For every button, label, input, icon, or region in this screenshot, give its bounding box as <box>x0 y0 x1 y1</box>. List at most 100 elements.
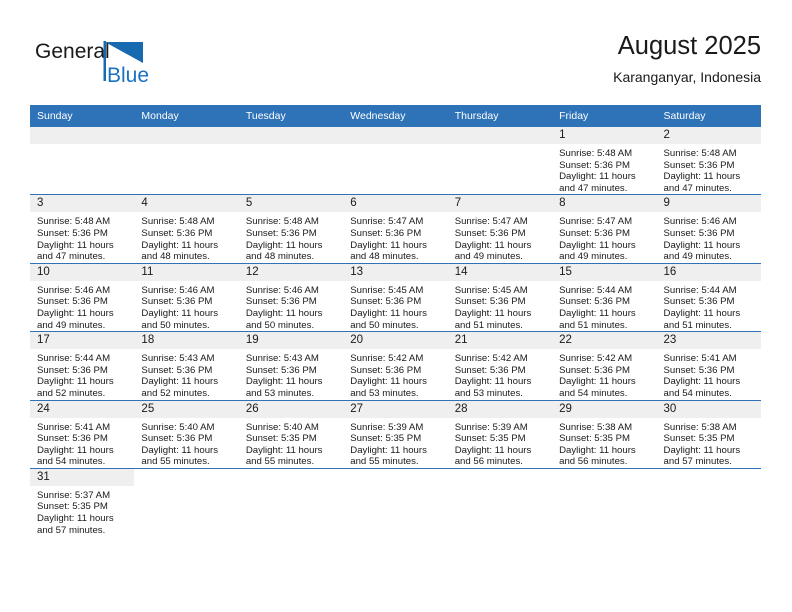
day-cell[interactable]: 7 Sunrise: 5:47 AM Sunset: 5:36 PM Daylight… <box>447 195 553 262</box>
day-cell[interactable]: 28 Sunrise: 5:39 AM Sunset: 5:35 PM Dayligh… <box>447 400 553 468</box>
day-cell[interactable]: 10 Sunrise: 5:46 AM Sunset: 5:36 PM Dayligh… <box>30 263 135 331</box>
day-cell[interactable]: 5 Sunrise: 5:48 AM Sunset: 5:36 PM Daylight… <box>238 195 344 262</box>
calendar-cell-day: 17 Sunrise: 5:44 AM Sunset: 5:36 PM Dayligh… <box>30 331 135 400</box>
daylight-duration-line2: and 56 minutes. <box>559 456 628 468</box>
empty-daynum-band <box>552 469 656 486</box>
day-number: 17 <box>30 332 135 350</box>
calendar-cell-day: 23 Sunrise: 5:41 AM Sunset: 5:36 PM Dayligh… <box>656 331 761 400</box>
logo-text-general: General <box>35 40 110 63</box>
sunset-time: Sunset: 5:36 PM <box>559 227 631 239</box>
calendar-cell-day: 26 Sunrise: 5:40 AM Sunset: 5:35 PM Dayligh… <box>238 399 344 469</box>
day-number: 9 <box>656 195 761 213</box>
day-cell[interactable]: 3 Sunrise: 5:48 AM Sunset: 5:36 PM Daylight… <box>30 195 135 263</box>
daylight-duration-line1: Daylight: 11 hours <box>245 444 323 456</box>
calendar-cell-day: 3 Sunrise: 5:48 AM Sunset: 5:36 PM Daylight… <box>30 194 135 264</box>
day-cell[interactable]: 27 Sunrise: 5:39 AM Sunset: 5:35 PM Dayligh… <box>343 400 448 468</box>
day-sun-info: Sunrise: 5:46 AM Sunset: 5:36 PM Daylight:… <box>134 281 238 331</box>
day-cell[interactable]: 30 Sunrise: 5:38 AM Sunset: 5:35 PM Dayligh… <box>656 400 761 468</box>
sunset-time: Sunset: 5:35 PM <box>454 433 526 445</box>
empty-day-cell <box>134 469 238 536</box>
sunrise-time: Sunrise: 5:38 AM <box>663 421 737 433</box>
calendar-cell-day: 13 Sunrise: 5:45 AM Sunset: 5:36 PM Dayligh… <box>343 262 448 332</box>
daylight-duration-line1: Daylight: 11 hours <box>350 307 427 319</box>
day-number: 29 <box>552 400 657 418</box>
empty-day-cell <box>343 469 447 536</box>
sunrise-time: Sunrise: 5:48 AM <box>559 148 633 159</box>
sunrise-time: Sunrise: 5:47 AM <box>454 216 528 228</box>
daylight-duration-line1: Daylight: 11 hours <box>559 444 636 456</box>
calendar-cell-empty <box>447 467 553 537</box>
day-cell[interactable]: 6 Sunrise: 5:47 AM Sunset: 5:36 PM Daylight… <box>343 195 448 262</box>
page-subtitle: Karanganyar, Indonesia <box>613 69 761 85</box>
daylight-duration-line1: Daylight: 11 hours <box>141 376 219 388</box>
calendar-cell-empty <box>656 467 761 537</box>
day-number: 11 <box>134 263 239 281</box>
daylight-duration-line1: Daylight: 11 hours <box>663 171 741 183</box>
day-cell[interactable]: 19 Sunrise: 5:43 AM Sunset: 5:36 PM Dayligh… <box>238 332 344 399</box>
calendar-cell-day: 19 Sunrise: 5:43 AM Sunset: 5:36 PM Dayligh… <box>238 331 344 400</box>
day-sun-info: Sunrise: 5:41 AM Sunset: 5:36 PM Daylight:… <box>657 349 761 399</box>
day-cell[interactable]: 4 Sunrise: 5:48 AM Sunset: 5:36 PM Daylight… <box>134 195 239 262</box>
day-cell[interactable]: 17 Sunrise: 5:44 AM Sunset: 5:36 PM Dayligh… <box>30 332 135 399</box>
empty-daynum-band <box>448 469 552 486</box>
weekday-header-saturday: Saturday <box>656 105 761 127</box>
daylight-duration-line2: and 51 minutes. <box>454 319 523 331</box>
day-cell[interactable]: 11 Sunrise: 5:46 AM Sunset: 5:36 PM Dayligh… <box>134 263 239 331</box>
empty-day-cell <box>134 127 239 194</box>
daylight-duration-line2: and 53 minutes. <box>454 387 523 399</box>
general-blue-logo[interactable]: General Blue <box>35 36 185 88</box>
day-cell[interactable]: 23 Sunrise: 5:41 AM Sunset: 5:36 PM Dayligh… <box>656 332 761 399</box>
day-cell[interactable]: 12 Sunrise: 5:46 AM Sunset: 5:36 PM Dayligh… <box>238 263 344 331</box>
empty-daynum-band <box>30 127 135 144</box>
day-cell[interactable]: 16 Sunrise: 5:44 AM Sunset: 5:36 PM Dayligh… <box>656 263 761 331</box>
day-sun-info: Sunrise: 5:41 AM Sunset: 5:36 PM Daylight:… <box>30 418 134 468</box>
sunrise-time: Sunrise: 5:38 AM <box>559 421 633 433</box>
calendar-grid: Sunday Monday Tuesday Wednesday Thursday… <box>30 105 761 537</box>
daylight-duration-line1: Daylight: 11 hours <box>37 513 114 525</box>
day-cell[interactable]: 21 Sunrise: 5:42 AM Sunset: 5:36 PM Dayligh… <box>447 332 553 399</box>
sunset-time: Sunset: 5:36 PM <box>37 364 108 376</box>
day-sun-info: Sunrise: 5:43 AM Sunset: 5:36 PM Daylight:… <box>134 349 238 399</box>
calendar-cell-day: 15 Sunrise: 5:44 AM Sunset: 5:36 PM Dayligh… <box>552 262 657 332</box>
day-sun-info: Sunrise: 5:45 AM Sunset: 5:36 PM Daylight:… <box>448 281 552 331</box>
day-cell[interactable]: 15 Sunrise: 5:44 AM Sunset: 5:36 PM Dayligh… <box>552 263 657 331</box>
day-cell[interactable]: 1 Sunrise: 5:48 AM Sunset: 5:36 PM Daylight… <box>552 127 657 194</box>
day-cell[interactable]: 29 Sunrise: 5:38 AM Sunset: 5:35 PM Dayligh… <box>552 400 657 468</box>
day-cell[interactable]: 9 Sunrise: 5:46 AM Sunset: 5:36 PM Daylight… <box>656 195 761 262</box>
day-cell[interactable]: 13 Sunrise: 5:45 AM Sunset: 5:36 PM Dayligh… <box>343 263 448 331</box>
day-sun-info: Sunrise: 5:48 AM Sunset: 5:36 PM Daylight:… <box>134 212 238 262</box>
daylight-duration-line2: and 54 minutes. <box>559 387 628 399</box>
sunrise-time: Sunrise: 5:43 AM <box>245 353 319 365</box>
day-cell[interactable]: 20 Sunrise: 5:42 AM Sunset: 5:36 PM Dayligh… <box>343 332 448 399</box>
calendar-cell-day: 30 Sunrise: 5:38 AM Sunset: 5:35 PM Dayligh… <box>656 399 761 469</box>
daylight-duration-line1: Daylight: 11 hours <box>663 444 741 456</box>
daylight-duration-line2: and 47 minutes. <box>37 251 106 263</box>
calendar-week-row: 10 Sunrise: 5:46 AM Sunset: 5:36 PM Dayligh… <box>30 262 761 332</box>
day-cell[interactable]: 26 Sunrise: 5:40 AM Sunset: 5:35 PM Dayligh… <box>238 400 344 468</box>
daylight-duration-line1: Daylight: 11 hours <box>141 307 219 319</box>
daylight-duration-line1: Daylight: 11 hours <box>559 239 636 251</box>
empty-daynum-band <box>134 469 238 486</box>
day-cell[interactable]: 31 Sunrise: 5:37 AM Sunset: 5:35 PM Dayligh… <box>30 468 135 536</box>
day-number: 14 <box>447 263 553 281</box>
calendar-cell-day: 1 Sunrise: 5:48 AM Sunset: 5:36 PM Daylight… <box>552 127 657 195</box>
day-cell[interactable]: 2 Sunrise: 5:48 AM Sunset: 5:36 PM Daylight… <box>656 127 761 194</box>
sunset-time: Sunset: 5:36 PM <box>37 227 108 239</box>
day-cell[interactable]: 18 Sunrise: 5:43 AM Sunset: 5:36 PM Dayligh… <box>134 332 239 399</box>
day-cell[interactable]: 22 Sunrise: 5:42 AM Sunset: 5:36 PM Dayligh… <box>552 332 657 399</box>
sunrise-time: Sunrise: 5:44 AM <box>559 284 633 296</box>
day-cell[interactable]: 14 Sunrise: 5:45 AM Sunset: 5:36 PM Dayligh… <box>447 263 553 331</box>
weekday-header-sunday: Sunday <box>30 105 135 127</box>
day-cell[interactable]: 8 Sunrise: 5:47 AM Sunset: 5:36 PM Daylight… <box>552 195 657 262</box>
day-number: 2 <box>656 127 761 144</box>
sunrise-time: Sunrise: 5:45 AM <box>350 284 424 296</box>
day-cell[interactable]: 24 Sunrise: 5:41 AM Sunset: 5:36 PM Dayligh… <box>30 400 135 468</box>
sunrise-time: Sunrise: 5:39 AM <box>454 421 528 433</box>
day-number: 21 <box>447 332 553 350</box>
day-sun-info: Sunrise: 5:47 AM Sunset: 5:36 PM Daylight:… <box>343 212 447 262</box>
day-sun-info: Sunrise: 5:48 AM Sunset: 5:36 PM Daylight:… <box>657 144 761 194</box>
day-cell[interactable]: 25 Sunrise: 5:40 AM Sunset: 5:36 PM Dayligh… <box>134 400 239 468</box>
sunset-time: Sunset: 5:36 PM <box>350 227 422 239</box>
daylight-duration-line1: Daylight: 11 hours <box>559 376 636 388</box>
sunset-time: Sunset: 5:35 PM <box>559 433 631 445</box>
